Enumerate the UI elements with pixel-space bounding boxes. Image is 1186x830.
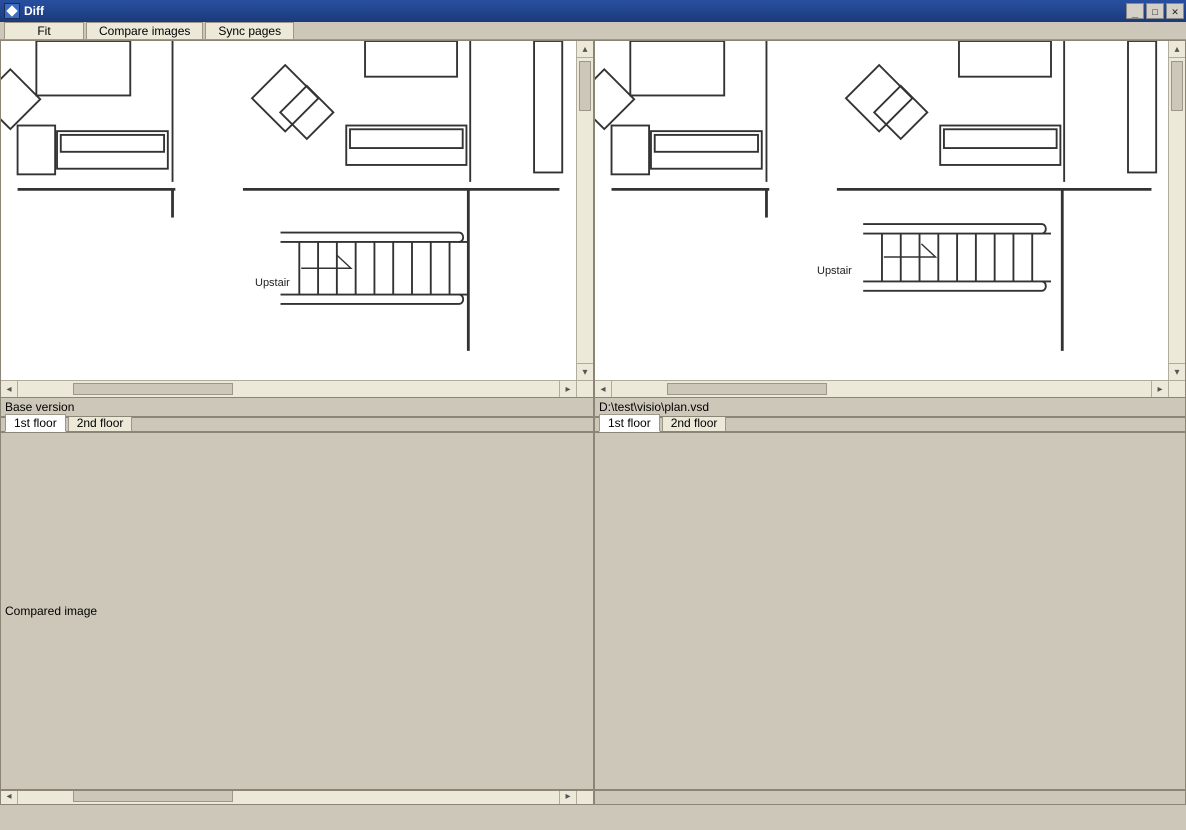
fit-button[interactable]: Fit — [4, 22, 84, 39]
scroll-right-icon[interactable]: ▸ — [559, 381, 576, 397]
scroll-left-icon[interactable]: ◂ — [1, 790, 18, 804]
floorplan-base-icon — [1, 41, 576, 380]
window-title: Diff — [24, 4, 44, 18]
pane-compared-image: Upstair Upstair ▴ ▾ ◂ ▸ — [0, 790, 594, 805]
scroll-corner — [576, 380, 593, 397]
stair-label: Upstair — [817, 265, 852, 277]
scroll-down-icon[interactable]: ▾ — [1169, 363, 1185, 380]
vertical-scrollbar[interactable]: ▴ ▾ — [576, 41, 593, 380]
scroll-left-icon[interactable]: ◂ — [595, 381, 612, 397]
scroll-thumb[interactable] — [667, 383, 827, 395]
compare-images-button[interactable]: Compare images — [86, 22, 203, 39]
tab-1st-floor[interactable]: 1st floor — [599, 414, 660, 432]
close-button[interactable]: ✕ — [1166, 3, 1184, 19]
pane-empty — [594, 790, 1186, 805]
scroll-down-icon[interactable]: ▾ — [577, 363, 593, 380]
horizontal-scrollbar[interactable]: ◂ ▸ — [1, 380, 576, 397]
floorplan-file-icon — [595, 41, 1168, 380]
workspace: Upstair ▴ ▾ ◂ ▸ — [0, 40, 1186, 830]
scroll-corner — [576, 790, 593, 804]
title-bar: Diff _ ☐ ✕ — [0, 0, 1186, 22]
label-empty — [594, 432, 1186, 790]
horizontal-scrollbar[interactable]: ◂ ▸ — [595, 380, 1168, 397]
label-file-path: D:\test\visio\plan.vsd — [594, 398, 1186, 417]
app-icon — [4, 3, 20, 19]
maximize-button[interactable]: ☐ — [1146, 3, 1164, 19]
scroll-thumb[interactable] — [579, 61, 591, 111]
canvas-file[interactable]: Upstair — [595, 41, 1168, 380]
scroll-right-icon[interactable]: ▸ — [1151, 381, 1168, 397]
pane-base-version: Upstair ▴ ▾ ◂ ▸ — [0, 40, 594, 398]
scroll-left-icon[interactable]: ◂ — [1, 381, 18, 397]
toolbar: Fit Compare images Sync pages — [0, 22, 1186, 40]
vertical-scrollbar[interactable]: ▴ ▾ — [1168, 41, 1185, 380]
scroll-thumb[interactable] — [73, 383, 233, 395]
label-compared-image: Compared image — [0, 432, 594, 790]
horizontal-scrollbar[interactable]: ◂ ▸ — [1, 790, 576, 804]
scroll-up-icon[interactable]: ▴ — [577, 41, 593, 58]
scroll-up-icon[interactable]: ▴ — [1169, 41, 1185, 58]
pane-file-version: Upstair ▴ ▾ ◂ ▸ — [594, 40, 1186, 398]
stair-label: Upstair — [255, 277, 290, 289]
sync-pages-button[interactable]: Sync pages — [205, 22, 294, 39]
scroll-corner — [1168, 380, 1185, 397]
scroll-thumb[interactable] — [1171, 61, 1183, 111]
scroll-right-icon[interactable]: ▸ — [559, 790, 576, 804]
minimize-button[interactable]: _ — [1126, 3, 1144, 19]
tabstrip-left: 1st floor 2nd floor — [0, 417, 594, 432]
scroll-thumb[interactable] — [73, 790, 233, 802]
canvas-base[interactable]: Upstair — [1, 41, 576, 380]
tabstrip-right: 1st floor 2nd floor — [594, 417, 1186, 432]
label-base-version: Base version — [0, 398, 594, 417]
tab-1st-floor[interactable]: 1st floor — [5, 414, 66, 432]
